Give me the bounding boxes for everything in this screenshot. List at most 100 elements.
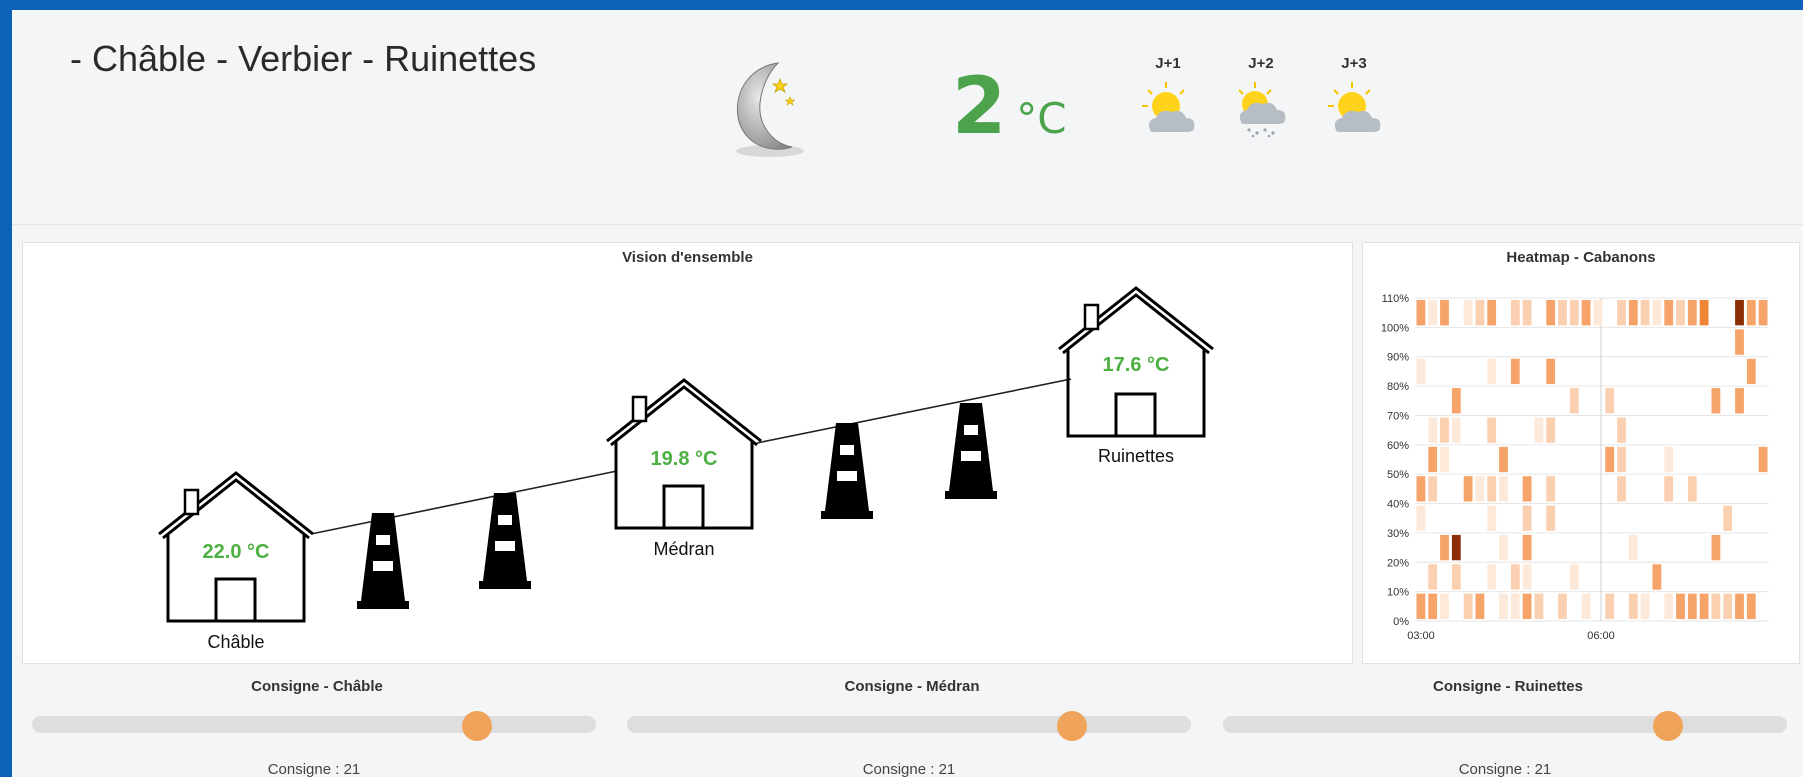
current-temp-value: 2 xyxy=(952,62,1007,152)
heatmap-cell xyxy=(1558,593,1567,619)
heatmap-cell xyxy=(1581,300,1591,326)
heatmap-cell xyxy=(1440,417,1449,443)
heatmap-cell xyxy=(1723,505,1733,531)
heatmap-cell xyxy=(1652,300,1662,326)
station-name-ruinettes: Ruinettes xyxy=(1098,446,1174,466)
heatmap-cell xyxy=(1487,417,1497,443)
heatmap-cell xyxy=(1593,300,1603,326)
heatmap-cell xyxy=(1546,476,1556,502)
heatmap-cell xyxy=(1605,593,1615,619)
heatmap-cell xyxy=(1522,505,1532,531)
heatmap-cell xyxy=(1746,593,1756,619)
station-temp-ruinettes: 17.6 °C xyxy=(1103,354,1170,376)
slider-thumb[interactable] xyxy=(1057,711,1087,741)
heatmap-cell xyxy=(1746,300,1756,326)
heatmap-cell xyxy=(1487,564,1497,590)
cable-line xyxy=(756,378,1072,444)
heatmap-cell xyxy=(1652,564,1662,590)
cable-line xyxy=(310,470,618,535)
forecast-day-1: J+1 xyxy=(1133,55,1203,143)
overview-panel: Vision d'ensemble 22.0 °C Châble 19.8 °C… xyxy=(22,242,1353,664)
heatmap-cell xyxy=(1664,593,1674,619)
heatmap-cell xyxy=(1617,446,1626,473)
pylon-icon xyxy=(821,423,873,519)
heatmap-cell xyxy=(1640,593,1650,619)
heatmap-cell xyxy=(1522,593,1532,619)
current-temperature: 2 °C xyxy=(952,62,1067,152)
slider-track[interactable] xyxy=(627,716,1191,733)
heatmap-cell xyxy=(1416,505,1426,531)
slider-thumb[interactable] xyxy=(462,711,492,741)
heatmap-cell xyxy=(1664,476,1674,502)
heatmap-cell xyxy=(1534,417,1544,443)
heatmap-cell xyxy=(1451,564,1461,590)
heatmap-cell xyxy=(1758,446,1768,473)
header: - Châble - Verbier - Ruinettes xyxy=(12,10,1803,225)
heatmap-cell xyxy=(1628,300,1638,326)
heatmap-cell xyxy=(1699,593,1709,619)
heatmap-cell xyxy=(1546,505,1556,531)
heatmap-cell xyxy=(1440,300,1449,326)
slider-value: Consigne : 21 xyxy=(1458,761,1552,778)
sun-cloud-snow-icon xyxy=(1238,82,1286,138)
heatmap-cell xyxy=(1510,358,1520,385)
forecast-label: J+2 xyxy=(1248,55,1274,72)
slider-track[interactable] xyxy=(32,716,596,733)
heatmap-cell xyxy=(1499,593,1508,619)
heatmap-cell xyxy=(1711,593,1721,619)
heatmap-cell xyxy=(1735,388,1744,414)
heatmap-cell xyxy=(1463,300,1473,326)
slider-thumb[interactable] xyxy=(1653,711,1683,741)
heatmap-y-label: 80% xyxy=(1387,381,1409,393)
heatmap-cell xyxy=(1475,300,1485,326)
heatmap-cell xyxy=(1440,593,1449,619)
heatmap-cell xyxy=(1428,564,1438,590)
slider-medran: Consigne - Médran Consigne : 21 xyxy=(627,678,1197,778)
heatmap-y-label: 70% xyxy=(1387,410,1409,422)
heatmap-cell xyxy=(1475,593,1485,619)
heatmap-cell xyxy=(1487,505,1497,531)
station-name-chable: Châble xyxy=(207,632,264,652)
heatmap-cell xyxy=(1687,300,1697,326)
heatmap-y-label: 10% xyxy=(1387,587,1409,599)
current-temp-unit: °C xyxy=(1016,94,1067,143)
heatmap-cell xyxy=(1581,593,1591,619)
heatmap-cell xyxy=(1546,417,1556,443)
heatmap-cell xyxy=(1416,593,1426,619)
heatmap-cell xyxy=(1735,329,1744,355)
heatmap-cell xyxy=(1628,593,1638,619)
heatmap-cell xyxy=(1569,564,1579,590)
heatmap-cell xyxy=(1522,564,1532,590)
heatmap-cell xyxy=(1711,534,1721,561)
heatmap-y-label: 20% xyxy=(1387,557,1409,569)
station-temp-medran: 19.8 °C xyxy=(651,448,718,470)
heatmap-y-label: 30% xyxy=(1387,528,1409,540)
forecast-label: J+3 xyxy=(1341,55,1367,72)
heatmap-cell xyxy=(1664,446,1674,473)
heatmap-cell xyxy=(1463,593,1473,619)
heatmap-cell xyxy=(1451,417,1461,443)
heatmap-y-label: 40% xyxy=(1387,499,1409,511)
slider-track[interactable] xyxy=(1223,716,1787,733)
slider-title: Consigne - Médran xyxy=(844,678,980,695)
slider-ruinettes: Consigne - Ruinettes Consigne : 21 xyxy=(1223,678,1793,778)
heatmap-cell xyxy=(1569,388,1579,414)
heatmap-cell xyxy=(1546,358,1556,385)
heatmap-cell xyxy=(1522,300,1532,326)
heatmap-cell xyxy=(1510,564,1520,590)
heatmap-cell xyxy=(1499,476,1508,502)
sun-cloud-icon xyxy=(1142,82,1195,132)
heatmap-cell xyxy=(1617,417,1626,443)
overview-diagram: 22.0 °C Châble 19.8 °C Médran 17.6 °C Ru… xyxy=(158,286,1214,652)
heatmap-cell xyxy=(1451,534,1461,561)
heatmap-cell xyxy=(1605,388,1615,414)
heatmap-cell xyxy=(1546,300,1556,326)
heatmap-y-label: 50% xyxy=(1387,469,1409,481)
heatmap-cell xyxy=(1687,593,1697,619)
heatmap-y-label: 60% xyxy=(1387,440,1409,452)
heatmap-x-label: 06:00 xyxy=(1587,630,1615,642)
heatmap-cell xyxy=(1676,593,1685,619)
page-title: - Châble - Verbier - Ruinettes xyxy=(70,38,537,79)
heatmap-cell xyxy=(1628,534,1638,561)
heatmap-cell xyxy=(1758,300,1768,326)
